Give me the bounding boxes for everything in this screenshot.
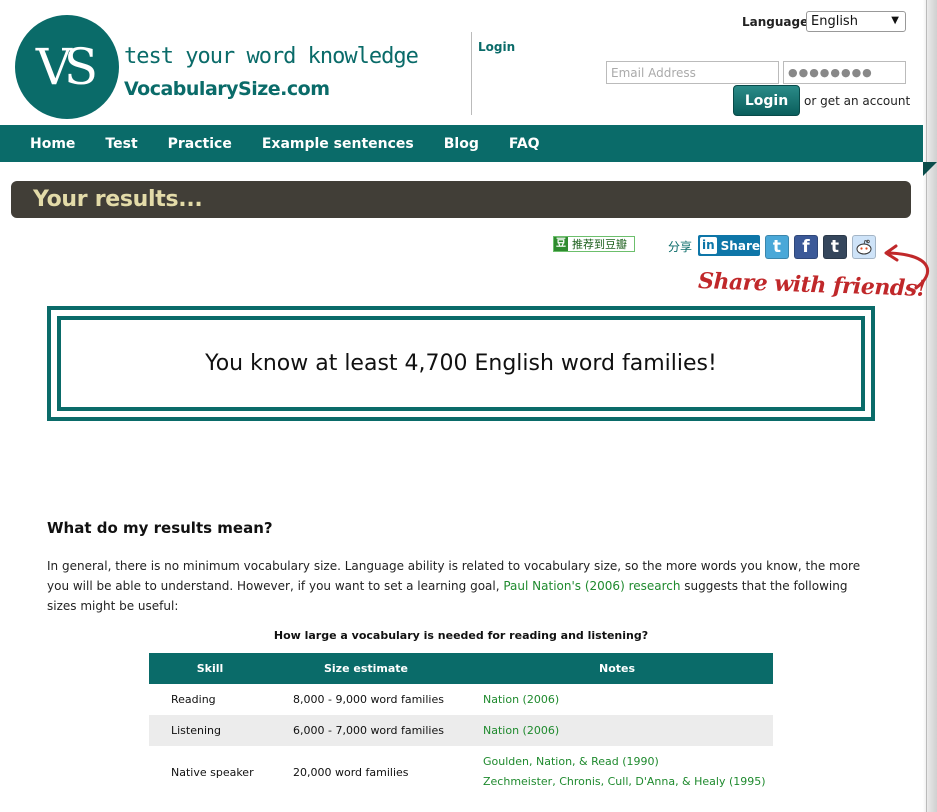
- table-row: Native speaker 20,000 word families Goul…: [149, 746, 773, 798]
- results-explanation-paragraph: In general, there is no minimum vocabula…: [47, 556, 877, 616]
- linkedin-share-button[interactable]: in Share: [698, 235, 760, 256]
- column-header-size: Size estimate: [271, 653, 461, 684]
- facebook-icon[interactable]: f: [794, 235, 818, 259]
- douban-share-button[interactable]: 豆 推荐到豆瓣: [553, 236, 635, 252]
- twitter-icon[interactable]: t: [765, 235, 789, 259]
- cell-skill: Reading: [171, 693, 216, 706]
- result-box: You know at least 4,700 English word fam…: [47, 306, 875, 421]
- nav-item-blog[interactable]: Blog: [429, 136, 494, 152]
- language-selected-value: English: [811, 14, 858, 29]
- chevron-down-icon: ▼: [891, 15, 899, 26]
- language-select[interactable]: English ▼: [806, 11, 906, 32]
- linkedin-share-label: Share: [720, 238, 760, 253]
- site-tagline: test your word knowledge: [124, 44, 419, 69]
- table-header-row: Skill Size estimate Notes: [149, 653, 773, 684]
- page-scroll-edge: [923, 0, 937, 812]
- nav-item-home[interactable]: Home: [15, 136, 90, 152]
- douban-label: 推荐到豆瓣: [572, 238, 627, 251]
- reddit-icon[interactable]: [852, 235, 876, 259]
- login-heading: Login: [478, 40, 516, 54]
- douban-icon: 豆: [554, 237, 568, 251]
- nav-item-faq[interactable]: FAQ: [494, 136, 555, 152]
- header-divider: [471, 32, 472, 115]
- table-row: Reading 8,000 - 9,000 word families Nati…: [149, 684, 773, 715]
- page-title: Your results...: [11, 181, 911, 218]
- cell-size: 6,000 - 7,000 word families: [271, 715, 461, 746]
- tumblr-icon[interactable]: t: [823, 235, 847, 259]
- site-logo[interactable]: VS: [15, 15, 119, 119]
- cell-notes: Nation (2006): [461, 715, 773, 746]
- logo-initials: VS: [35, 38, 98, 96]
- paul-nation-research-link[interactable]: Paul Nation's (2006) research: [503, 579, 680, 593]
- linkedin-icon: in: [700, 237, 717, 254]
- nav-item-practice[interactable]: Practice: [153, 136, 247, 152]
- login-button[interactable]: Login: [733, 85, 800, 116]
- results-meaning-heading: What do my results mean?: [47, 519, 273, 537]
- nav-item-test[interactable]: Test: [90, 136, 152, 152]
- cell-notes: Goulden, Nation, & Read (1990) Zechmeist…: [461, 746, 773, 798]
- cell-notes: Nation (2006): [461, 684, 773, 715]
- cell-skill: Listening: [149, 715, 271, 746]
- get-account-link[interactable]: or get an account: [804, 94, 910, 108]
- nav-item-example-sentences[interactable]: Example sentences: [247, 136, 429, 152]
- column-header-notes: Notes: [461, 653, 773, 684]
- column-header-skill: Skill: [149, 653, 271, 684]
- reference-link[interactable]: Goulden, Nation, & Read (1990): [483, 752, 773, 772]
- reference-link[interactable]: Nation (2006): [483, 690, 773, 710]
- cell-size: 20,000 word families: [293, 765, 409, 779]
- vocabulary-size-table: Skill Size estimate Notes Reading 8,000 …: [149, 653, 773, 798]
- language-label: Language:: [742, 15, 814, 29]
- nav-ribbon-fold: [923, 162, 937, 176]
- table-caption: How large a vocabulary is needed for rea…: [273, 629, 649, 642]
- result-text: You know at least 4,700 English word fam…: [57, 316, 865, 411]
- reference-link[interactable]: Nation (2006): [483, 721, 773, 741]
- cell-size: 8,000 - 9,000 word families: [293, 693, 444, 706]
- email-field[interactable]: Email Address: [606, 61, 779, 84]
- table-row: Listening 6,000 - 7,000 word families Na…: [149, 715, 773, 746]
- share-label: 分享: [668, 240, 693, 254]
- curved-arrow-icon: [884, 244, 930, 290]
- password-field[interactable]: ●●●●●●●●: [783, 61, 906, 84]
- cell-skill: Native speaker: [171, 765, 254, 779]
- reference-link[interactable]: Zechmeister, Chronis, Cull, D'Anna, & He…: [483, 772, 773, 792]
- main-nav: Home Test Practice Example sentences Blo…: [0, 125, 923, 162]
- site-name[interactable]: VocabularySize.com: [124, 78, 330, 100]
